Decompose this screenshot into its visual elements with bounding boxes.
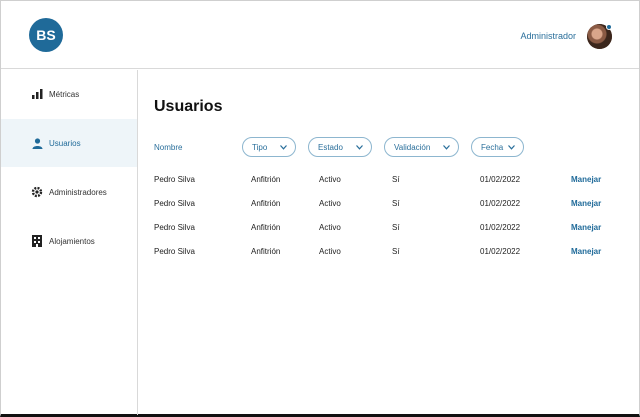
cell-validation: Sí <box>392 223 400 232</box>
chip-label: Validación <box>394 142 431 152</box>
app-window: BS Administrador Métricas Usuarios Admin… <box>0 0 640 417</box>
cell-date: 01/02/2022 <box>480 247 521 256</box>
table-row: Pedro Silva Anfitrión Activo Sí 01/02/20… <box>1 247 639 261</box>
chevron-down-icon <box>442 143 450 151</box>
filter-tipo-dropdown[interactable]: Tipo <box>242 137 296 157</box>
cell-status: Activo <box>319 199 341 208</box>
top-bar: BS Administrador <box>1 1 639 69</box>
table-row: Pedro Silva Anfitrión Activo Sí 01/02/20… <box>1 199 639 213</box>
table-row: Pedro Silva Anfitrión Activo Sí 01/02/20… <box>1 223 639 237</box>
cell-type: Anfitrión <box>251 199 281 208</box>
chip-label: Fecha <box>481 142 504 152</box>
chevron-down-icon <box>355 143 363 151</box>
logo[interactable]: BS <box>29 18 63 52</box>
sidebar-item-label: Usuarios <box>49 138 81 148</box>
page-title: Usuarios <box>154 98 223 115</box>
user-icon <box>31 137 43 149</box>
filter-nombre[interactable]: Nombre <box>154 143 182 152</box>
manage-link[interactable]: Manejar <box>571 199 601 208</box>
table-row: Pedro Silva Anfitrión Activo Sí 01/02/20… <box>1 175 639 189</box>
manage-link[interactable]: Manejar <box>571 223 601 232</box>
cell-validation: Sí <box>392 199 400 208</box>
filter-validacion-dropdown[interactable]: Validación <box>384 137 459 157</box>
user-role-label[interactable]: Administrador <box>520 31 576 41</box>
sidebar-item-usuarios[interactable]: Usuarios <box>1 119 137 167</box>
chevron-down-icon <box>507 143 515 151</box>
cell-validation: Sí <box>392 175 400 184</box>
cell-name: Pedro Silva <box>154 247 195 256</box>
cell-type: Anfitrión <box>251 247 281 256</box>
chip-label: Estado <box>318 142 343 152</box>
chevron-down-icon <box>279 143 287 151</box>
filter-fecha-dropdown[interactable]: Fecha <box>471 137 524 157</box>
cell-name: Pedro Silva <box>154 223 195 232</box>
sidebar-item-label: Métricas <box>49 89 80 99</box>
bar-chart-icon <box>31 88 43 100</box>
cell-date: 01/02/2022 <box>480 175 521 184</box>
cell-name: Pedro Silva <box>154 175 195 184</box>
notification-badge <box>606 24 612 30</box>
sidebar: Métricas Usuarios Administradores Alojam… <box>1 70 138 415</box>
cell-date: 01/02/2022 <box>480 223 521 232</box>
cell-type: Anfitrión <box>251 175 281 184</box>
filter-estado-dropdown[interactable]: Estado <box>308 137 372 157</box>
sidebar-item-metricas[interactable]: Métricas <box>1 70 137 118</box>
cell-status: Activo <box>319 247 341 256</box>
cell-name: Pedro Silva <box>154 199 195 208</box>
cell-status: Activo <box>319 223 341 232</box>
sidebar-item-label: Alojamientos <box>49 236 95 246</box>
cell-type: Anfitrión <box>251 223 281 232</box>
cell-date: 01/02/2022 <box>480 199 521 208</box>
manage-link[interactable]: Manejar <box>571 175 601 184</box>
cell-validation: Sí <box>392 247 400 256</box>
cell-status: Activo <box>319 175 341 184</box>
manage-link[interactable]: Manejar <box>571 247 601 256</box>
chip-label: Tipo <box>252 142 268 152</box>
